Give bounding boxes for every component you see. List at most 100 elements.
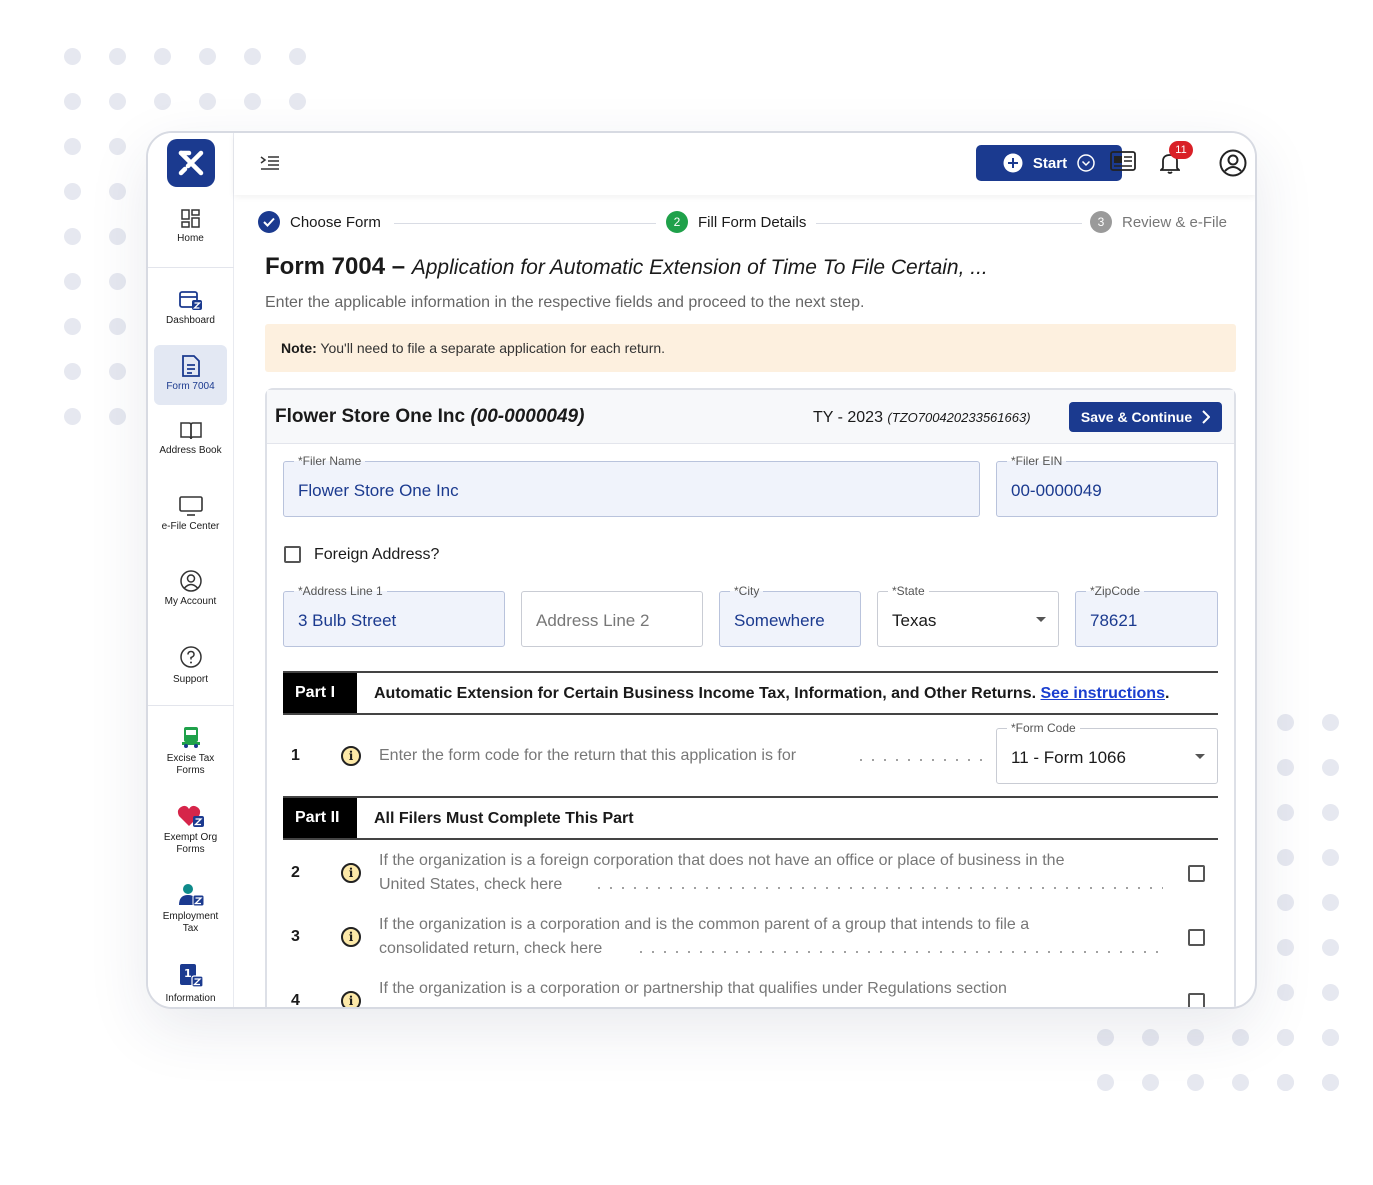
- sidebar-item-dashboard[interactable]: Dashboard: [154, 289, 227, 327]
- step-fill-form-details[interactable]: 2 Fill Form Details: [666, 211, 806, 233]
- step-choose-form[interactable]: Choose Form: [258, 211, 381, 233]
- decorative-dots: [1097, 1029, 1339, 1091]
- form-name: Form 7004 –: [265, 253, 406, 280]
- sidebar-item-form-7004[interactable]: Form 7004: [154, 345, 227, 405]
- sidebar-item-label: Excise Tax Forms: [166, 753, 215, 776]
- line-3-checkbox[interactable]: [1188, 929, 1205, 946]
- field-value: Texas: [892, 611, 937, 630]
- sidebar-item-support[interactable]: Support: [154, 646, 227, 686]
- divider: [148, 267, 234, 268]
- calendar-icon: [178, 291, 202, 310]
- save-continue-label: Save & Continue: [1080, 409, 1193, 425]
- app-logo[interactable]: [167, 139, 215, 187]
- chevron-right-icon: [1202, 410, 1211, 424]
- note-banner: Note: You'll need to file a separate app…: [265, 324, 1236, 372]
- document-icon: [181, 355, 200, 377]
- chevron-down-circle-icon: [1077, 154, 1095, 172]
- step-review-e-file[interactable]: 3 Review & e-File: [1090, 211, 1227, 233]
- dot-leader: [855, 759, 985, 761]
- state-select[interactable]: *State Texas: [877, 584, 1059, 647]
- sidebar-item-e-file-center[interactable]: e-File Center: [154, 495, 227, 533]
- zipcode-field[interactable]: *ZipCode 78621: [1075, 584, 1218, 647]
- logo-icon: [178, 150, 204, 176]
- id-card-icon[interactable]: [1110, 150, 1136, 172]
- field-value: 00-0000049: [1011, 481, 1102, 500]
- field-label: *State: [888, 584, 929, 598]
- sidebar-item-employment-tax[interactable]: Employment Tax: [154, 883, 227, 935]
- filer-ein-field[interactable]: *Filer EIN 00-0000049: [996, 454, 1218, 517]
- company-name: Flower Store One Inc (00-0000049): [275, 406, 584, 428]
- line-text-1: If the organization is a corporation and…: [379, 916, 1030, 933]
- line-number: 2: [291, 864, 300, 881]
- dashboard-grid-icon: [180, 209, 200, 228]
- field-label: *ZipCode: [1086, 584, 1145, 598]
- sidebar-item-label: Employment Tax: [162, 911, 219, 934]
- part-1-header: Part I Automatic Extension for Certain B…: [283, 671, 1218, 715]
- employee-icon: [178, 884, 204, 907]
- profile-icon[interactable]: [1219, 149, 1247, 177]
- field-value: 78621: [1090, 611, 1138, 630]
- sidebar-item-my-account[interactable]: My Account: [154, 570, 227, 608]
- part-title: Automatic Extension for Certain Business…: [374, 685, 1169, 703]
- info-icon[interactable]: i: [341, 927, 361, 947]
- filer-name-field[interactable]: *Filer Name Flower Store One Inc: [283, 454, 980, 517]
- sidebar-item-excise-tax-forms[interactable]: Excise Tax Forms: [154, 725, 227, 777]
- info-icon[interactable]: i: [341, 746, 361, 766]
- step-number: 3: [1090, 211, 1112, 233]
- part-tag: Part I: [283, 673, 357, 713]
- note-text: You'll need to file a separate applicati…: [320, 340, 666, 356]
- field-label: *Form Code: [1007, 721, 1080, 735]
- info-icon[interactable]: i: [341, 863, 361, 883]
- app-window: Home Dashboard Form 7004 Address Book e-…: [146, 131, 1257, 1009]
- save-continue-button[interactable]: Save & Continue: [1069, 402, 1222, 432]
- field-label: *Address Line 1: [294, 584, 387, 598]
- main-content: Choose Form 2 Fill Form Details 3 Review…: [234, 195, 1255, 1007]
- line-4-checkbox[interactable]: [1188, 993, 1205, 1007]
- book-icon: [179, 422, 202, 440]
- sidebar-item-exempt-org-forms[interactable]: Exempt Org Forms: [154, 804, 227, 856]
- dot-leader: [593, 887, 1163, 889]
- line-text-2: consolidated return, check here: [379, 940, 603, 957]
- sidebar-item-address-book[interactable]: Address Book: [154, 421, 227, 457]
- step-label: Choose Form: [290, 213, 381, 231]
- info-doc-icon: 1: [179, 964, 204, 988]
- step-number: 2: [666, 211, 688, 233]
- decorative-dots: [64, 48, 306, 110]
- line-number: 3: [291, 928, 300, 945]
- truck-icon: [181, 727, 200, 748]
- dropdown-arrow-icon: [1036, 617, 1046, 622]
- address-line-1-field[interactable]: *Address Line 1 3 Bulb Street: [283, 584, 505, 647]
- page-title: Form 7004 – Application for Automatic Ex…: [265, 253, 988, 281]
- check-icon: [258, 211, 280, 233]
- sidebar-item-home[interactable]: Home: [154, 209, 227, 245]
- sidebar-item-label: e-File Center: [161, 521, 220, 532]
- field-value: 3 Bulb Street: [298, 611, 397, 630]
- field-placeholder: Address Line 2: [536, 611, 650, 630]
- sidebar-item-label: Support: [172, 674, 209, 685]
- notification-badge: 11: [1169, 141, 1193, 159]
- part-title-text: Automatic Extension for Certain Business…: [374, 685, 1037, 702]
- sidebar-item-label: Form 7004: [166, 381, 215, 392]
- address-line-2-field[interactable]: Address Line 2: [521, 591, 703, 647]
- foreign-address-checkbox[interactable]: [284, 546, 301, 563]
- step-label: Fill Form Details: [698, 213, 807, 231]
- start-button[interactable]: Start: [976, 145, 1122, 181]
- form-description: Application for Automatic Extension of T…: [411, 256, 988, 279]
- top-bar: Start 11: [234, 133, 1255, 195]
- company-name-text: Flower Store One Inc: [275, 406, 466, 427]
- heart-icon: [177, 805, 204, 827]
- line-text-1: If the organization is a corporation or …: [379, 980, 1007, 997]
- sidebar-item-information[interactable]: 1 Information: [154, 963, 227, 1005]
- plus-circle-icon: [1003, 153, 1023, 173]
- card-header: Flower Store One Inc (00-0000049) TY - 2…: [267, 390, 1234, 444]
- tax-year-text: TY - 2023: [813, 409, 883, 426]
- menu-collapse-icon[interactable]: [260, 155, 280, 171]
- info-icon[interactable]: i: [341, 991, 361, 1007]
- city-field[interactable]: *City Somewhere: [719, 584, 861, 647]
- form-code-select[interactable]: *Form Code 11 - Form 1066: [996, 721, 1218, 784]
- line-text: If the organization is a corporation and…: [379, 913, 1179, 961]
- step-connector: [394, 223, 656, 224]
- line-2-checkbox[interactable]: [1188, 865, 1205, 882]
- see-instructions-link[interactable]: See instructions: [1040, 685, 1164, 702]
- line-text: If the organization is a foreign corpora…: [379, 849, 1179, 897]
